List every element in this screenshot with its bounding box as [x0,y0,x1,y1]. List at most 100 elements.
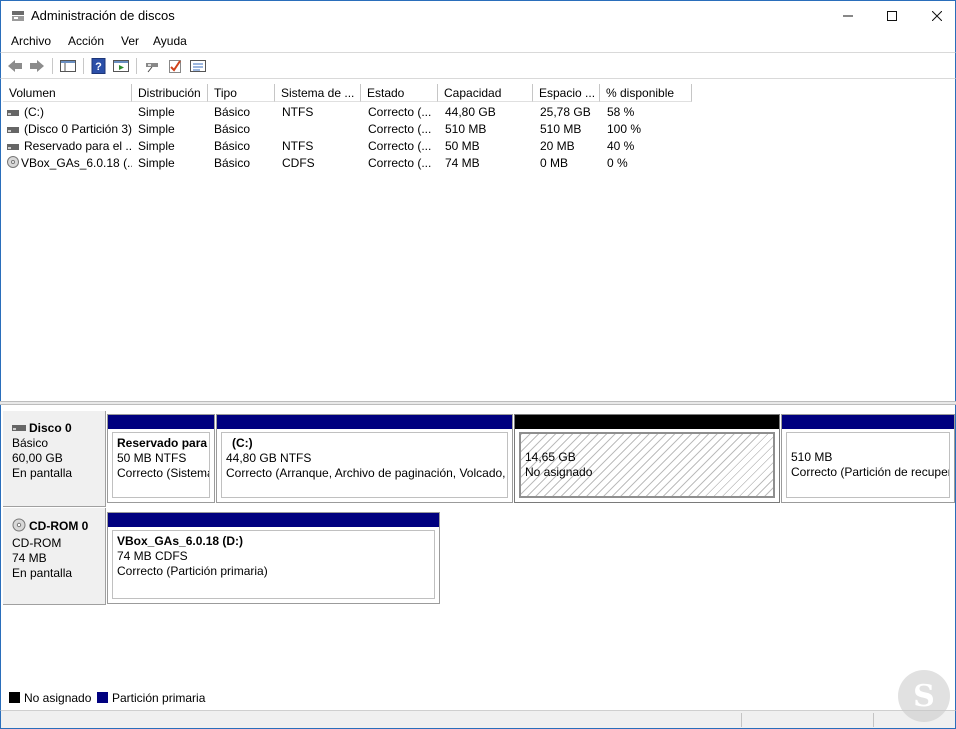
partition-body: 14,65 GB No asignado [519,432,775,498]
partition-status: Correcto (Sistema [117,466,210,480]
capacity-cell: 50 MB [445,139,480,153]
percent-free-cell: 58 % [607,105,635,119]
partition-color-bar [782,415,954,429]
table-row[interactable]: VBox_GAs_6.0.18 (... Simple Básico CDFS … [1,154,955,171]
free-space-cell: 0 MB [540,156,569,170]
partition-size: 510 MB [791,450,833,464]
toolbar-separator [83,58,84,74]
table-row[interactable]: (Disco 0 Partición 3) Simple Básico Corr… [1,120,955,137]
show-hide-console-tree-icon[interactable] [58,57,78,75]
column-header-sistema[interactable]: Sistema de ... [275,84,361,102]
disk-state: En pantalla [12,466,73,481]
check-icon[interactable] [165,57,185,75]
partition-color-bar [217,415,512,429]
menu-accion[interactable]: Acción [68,34,104,48]
minimize-button[interactable] [825,1,871,31]
details-icon[interactable] [188,57,208,75]
free-space-cell: 20 MB [540,139,575,153]
layout-cell: Simple [138,139,175,153]
toolbar-separator [136,58,137,74]
legend: No asignado Partición primaria [0,685,956,710]
column-header-tipo[interactable]: Tipo [208,84,275,102]
status-cell: Correcto (... [368,122,432,136]
menu-ver[interactable]: Ver [121,34,139,48]
partition-reserved[interactable]: Reservado para e 50 MB NTFS Correcto (Si… [107,414,215,503]
capacity-cell: 510 MB [445,122,487,136]
type-cell: Básico [214,156,251,170]
free-space-cell: 510 MB [540,122,582,136]
disk-0-label[interactable]: Disco 0 Básico 60,00 GB En pantalla [3,411,106,507]
disk-state: En pantalla [12,566,73,580]
filesystem-cell: CDFS [282,156,315,170]
volume-name: (Disco 0 Partición 3) [24,122,132,136]
capacity-cell: 74 MB [445,156,480,170]
partition-cdrom-d[interactable]: VBox_GAs_6.0.18 (D:) 74 MB CDFS Correcto… [107,512,440,604]
watermark-logo: S [898,670,950,722]
disk-kind: CD-ROM [12,536,62,550]
column-header-espacio[interactable]: Espacio ... [533,84,600,102]
capacity-cell: 44,80 GB [445,105,496,119]
partition-status: Correcto (Partición de recuper [791,465,950,479]
volume-name: (C:) [24,105,44,119]
percent-free-cell: 100 % [607,122,642,136]
partition-recovery[interactable]: 510 MB Correcto (Partición de recuper [781,414,955,503]
partition-color-bar [108,513,439,527]
column-header-disponible[interactable]: % disponible [600,84,692,102]
table-row[interactable]: Reservado para el ... Simple Básico NTFS… [1,137,955,154]
partition-body: VBox_GAs_6.0.18 (D:) 74 MB CDFS Correcto… [112,530,435,599]
legend-unallocated-label: No asignado [24,691,92,705]
column-header-volumen[interactable]: Volumen [3,84,132,102]
volume-name-cell: (C:) [7,103,132,120]
disk-name: CD-ROM 0 [29,519,89,534]
partition-body: 510 MB Correcto (Partición de recuper [786,432,950,498]
partition-size: 74 MB CDFS [117,549,188,563]
disk-0-title: Disco 0 [12,421,105,436]
maximize-button[interactable] [869,1,915,31]
status-cell: Correcto (... [368,105,432,119]
cdrom-0-label[interactable]: CD-ROM 0 CD-ROM 74 MB En pantalla [3,508,106,605]
type-cell: Básico [214,139,251,153]
back-icon[interactable] [5,57,25,75]
partition-status: No asignado [525,465,593,479]
type-cell: Básico [214,105,251,119]
partition-size: 14,65 GB [525,450,576,464]
partition-body: (C:) 44,80 GB NTFS Correcto (Arranque, A… [221,432,508,498]
partition-c[interactable]: (C:) 44,80 GB NTFS Correcto (Arranque, A… [216,414,513,503]
help-icon[interactable]: ? [89,57,109,75]
partition-unallocated[interactable]: 14,65 GB No asignado [514,414,780,503]
partition-name: Reservado para e [117,436,210,450]
window-title: Administración de discos [31,8,175,23]
menu-ayuda[interactable]: Ayuda [153,34,187,48]
legend-primary-label: Partición primaria [112,691,206,705]
cdrom-icon [12,518,26,536]
connect-disk-icon[interactable] [142,57,162,75]
partition-status: Correcto (Arranque, Archivo de paginació… [226,466,506,480]
status-bar [0,710,956,729]
disk-kind: Básico [12,436,49,451]
disk-size: 74 MB [12,551,47,565]
forward-icon[interactable] [27,57,47,75]
legend-unallocated-swatch [9,692,20,703]
legend-primary-swatch [97,692,108,703]
volume-list: Volumen Distribución Tipo Sistema de ...… [0,79,956,401]
layout-cell: Simple [138,105,175,119]
percent-free-cell: 0 % [607,156,628,170]
layout-cell: Simple [138,156,175,170]
menu-archivo[interactable]: Archivo [11,34,51,48]
disk-map: Disco 0 Básico 60,00 GB En pantalla Rese… [0,405,956,685]
disk-management-app-icon [11,10,25,22]
column-header-capacidad[interactable]: Capacidad [438,84,533,102]
status-cell: Correcto (... [368,139,432,153]
menu-bar: Archivo Acción Ver Ayuda [0,30,956,52]
properties-icon[interactable] [111,57,131,75]
toolbar: ? [0,52,956,79]
disk-size: 60,00 GB [12,451,63,466]
table-row[interactable]: (C:) Simple Básico NTFS Correcto (... 44… [1,103,955,120]
close-button[interactable] [914,1,956,31]
partition-body: Reservado para e 50 MB NTFS Correcto (Si… [112,432,210,498]
volume-name-cell: Reservado para el ... [7,137,132,154]
column-header-estado[interactable]: Estado [361,84,438,102]
filesystem-cell: NTFS [282,105,314,119]
volume-name: VBox_GAs_6.0.18 (... [21,156,132,170]
column-header-distribucion[interactable]: Distribución [132,84,208,102]
